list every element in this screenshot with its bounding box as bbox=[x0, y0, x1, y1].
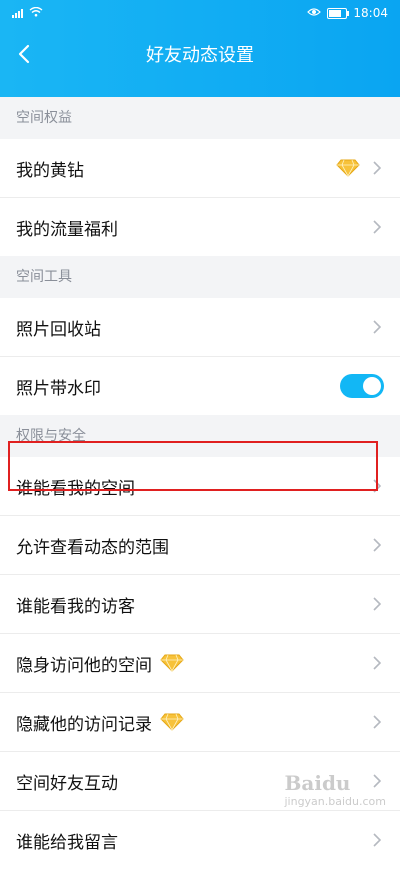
title-bar: 好友动态设置 bbox=[0, 26, 400, 82]
eye-icon bbox=[307, 6, 321, 20]
item-label: 我的流量福利 bbox=[16, 215, 370, 240]
chevron-right-icon bbox=[370, 656, 384, 670]
diamond-icon bbox=[336, 159, 360, 177]
settings-item-photo-watermark: 照片带水印 bbox=[0, 356, 400, 415]
page-title: 好友动态设置 bbox=[146, 41, 254, 67]
item-label: 谁能看我的空间 bbox=[16, 474, 370, 499]
item-label: 谁能给我留言 bbox=[16, 828, 370, 853]
status-right: 18:04 bbox=[307, 6, 388, 20]
item-label-wrap: 隐藏他的访问记录 bbox=[16, 710, 370, 735]
settings-item-feed-visibility-range[interactable]: 允许查看动态的范围 bbox=[0, 515, 400, 574]
item-label: 允许查看动态的范围 bbox=[16, 533, 370, 558]
status-time: 18:04 bbox=[353, 6, 388, 20]
toggle-knob bbox=[363, 377, 381, 395]
watermark-subtext: jingyan.baidu.com bbox=[284, 795, 386, 808]
item-label-wrap: 隐身访问他的空间 bbox=[16, 651, 370, 676]
diamond-icon bbox=[160, 654, 184, 672]
settings-item-my-yellow-diamond[interactable]: 我的黄钻 bbox=[0, 139, 400, 197]
diamond-icon bbox=[160, 713, 184, 731]
settings-item-traffic-benefits[interactable]: 我的流量福利 bbox=[0, 197, 400, 256]
chevron-right-icon bbox=[370, 320, 384, 334]
battery-icon bbox=[327, 8, 347, 19]
watermark-text: Baidu bbox=[284, 771, 350, 795]
settings-item-who-can-see-space[interactable]: 谁能看我的空间 bbox=[0, 457, 400, 515]
section-title-tools: 空间工具 bbox=[0, 256, 400, 298]
back-button[interactable] bbox=[6, 34, 42, 74]
item-label: 谁能看我的访客 bbox=[16, 592, 370, 617]
baidu-watermark: Baidu jingyan.baidu.com bbox=[284, 771, 386, 808]
settings-item-hide-visit-record[interactable]: 隐藏他的访问记录 bbox=[0, 692, 400, 751]
item-label: 隐藏他的访问记录 bbox=[16, 710, 152, 735]
signal-icon bbox=[12, 8, 23, 18]
item-label: 我的黄钻 bbox=[16, 156, 336, 181]
chevron-right-icon bbox=[370, 161, 384, 175]
settings-item-invisible-visit[interactable]: 隐身访问他的空间 bbox=[0, 633, 400, 692]
app-header: 18:04 好友动态设置 bbox=[0, 0, 400, 97]
chevron-right-icon bbox=[370, 479, 384, 493]
chevron-right-icon bbox=[370, 833, 384, 847]
status-left bbox=[12, 6, 43, 20]
section-title-privacy: 权限与安全 bbox=[0, 415, 400, 457]
chevron-right-icon bbox=[370, 597, 384, 611]
wifi-icon bbox=[29, 6, 43, 20]
settings-item-photo-recycle-bin[interactable]: 照片回收站 bbox=[0, 298, 400, 356]
settings-item-who-can-leave-message[interactable]: 谁能给我留言 bbox=[0, 810, 400, 869]
chevron-left-icon bbox=[18, 44, 30, 64]
section-title-rights: 空间权益 bbox=[0, 97, 400, 139]
item-label: 照片带水印 bbox=[16, 374, 340, 399]
status-bar: 18:04 bbox=[0, 0, 400, 26]
chevron-right-icon bbox=[370, 538, 384, 552]
chevron-right-icon bbox=[370, 220, 384, 234]
item-label: 隐身访问他的空间 bbox=[16, 651, 152, 676]
watermark-toggle[interactable] bbox=[340, 374, 384, 398]
chevron-right-icon bbox=[370, 715, 384, 729]
settings-item-who-can-see-visitors[interactable]: 谁能看我的访客 bbox=[0, 574, 400, 633]
item-label: 照片回收站 bbox=[16, 315, 370, 340]
